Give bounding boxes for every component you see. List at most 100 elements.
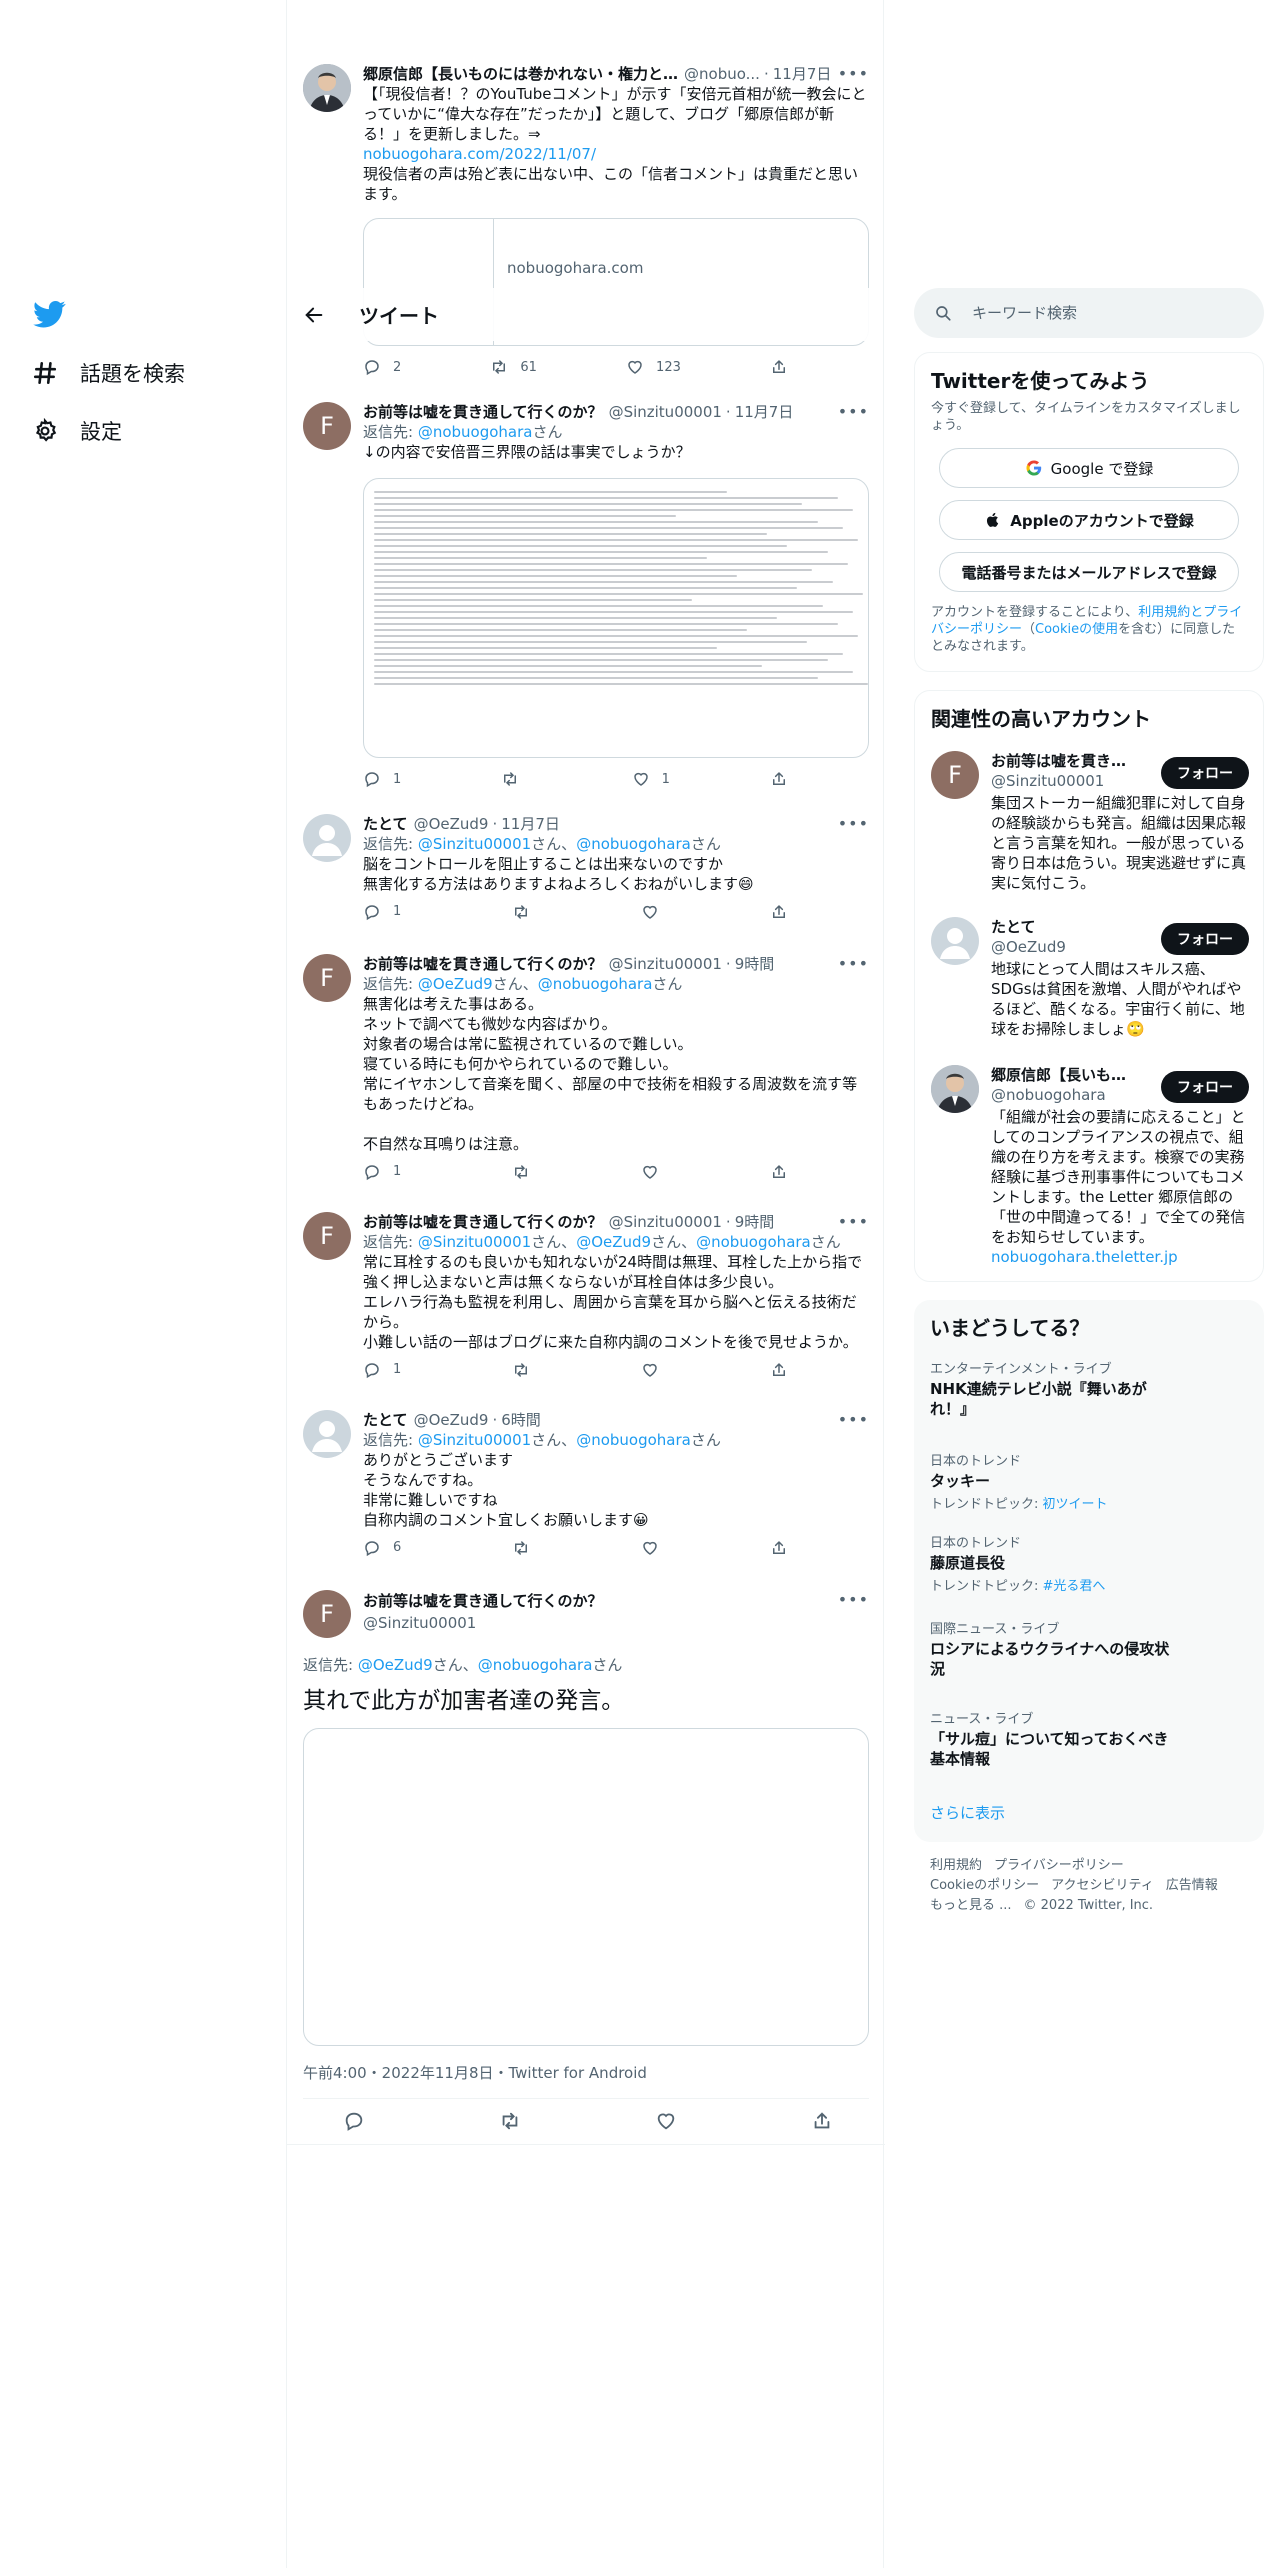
- footer-link[interactable]: プライバシーポリシー: [994, 1858, 1124, 1873]
- retweet-button[interactable]: [512, 1538, 530, 1558]
- tweet-timestamp[interactable]: 午前4:00・2022年11月8日・Twitter for Android: [303, 2062, 647, 2083]
- mention-link[interactable]: @nobuogohara: [576, 1431, 691, 1449]
- cookie-link[interactable]: Cookieの使用: [1035, 622, 1118, 637]
- tweet-sinzitu-2[interactable]: F お前等は嘘を貫き通して行くのか？ @Sinzitu00001 · 9時間 •…: [303, 954, 869, 1194]
- account-name[interactable]: 郷原信郎【長いもの...: [991, 1065, 1141, 1085]
- tweet-time[interactable]: 11月7日: [735, 402, 794, 422]
- mention-link[interactable]: @Sinzitu00001: [418, 1233, 531, 1251]
- avatar[interactable]: F: [303, 1212, 351, 1260]
- author-name[interactable]: お前等は嘘を貫き通して行くのか？: [363, 402, 603, 422]
- phone-email-signup-button[interactable]: 電話番号またはメールアドレスで登録: [939, 552, 1239, 592]
- more-icon[interactable]: •••: [838, 954, 869, 974]
- tweet-time[interactable]: 9時間: [735, 954, 775, 974]
- search-input[interactable]: [972, 304, 1232, 322]
- tweet-tatote-1[interactable]: たとて @OeZud9 · 11月7日 ••• 返信先: @Sinzitu000…: [303, 814, 869, 934]
- more-icon[interactable]: •••: [838, 402, 869, 422]
- reply-button[interactable]: 1: [363, 1162, 401, 1182]
- retweet-button[interactable]: 61: [490, 358, 537, 376]
- trend-item[interactable]: 日本のトレンド タッキー トレンドトピック: 初ツイート: [930, 1450, 1248, 1512]
- footer-more-link[interactable]: もっと見る ...: [930, 1898, 1012, 1913]
- avatar[interactable]: F: [303, 402, 351, 450]
- avatar[interactable]: F: [303, 954, 351, 1002]
- author-name[interactable]: お前等は嘘を貫き通して行くのか？: [363, 1590, 603, 1612]
- retweet-button[interactable]: [501, 770, 531, 788]
- trend-item[interactable]: 日本のトレンド 藤原道長役 トレンドトピック: #光る君へ: [930, 1532, 1248, 1594]
- nav-explore[interactable]: 話題を検索: [32, 358, 185, 388]
- share-button[interactable]: [770, 1538, 788, 1558]
- share-button[interactable]: [770, 1360, 788, 1380]
- account-name[interactable]: お前等は嘘を貫き通...: [991, 751, 1141, 771]
- share-button[interactable]: [770, 902, 788, 922]
- trend-subtopic-link[interactable]: 初ツイート: [1043, 1497, 1108, 1512]
- trend-item[interactable]: ニュース・ライブ 「サル痘」について知っておくべき基本情報: [930, 1708, 1248, 1769]
- more-icon[interactable]: •••: [838, 1212, 869, 1232]
- tweet-sinzitu-3[interactable]: F お前等は嘘を貫き通して行くのか？ @Sinzitu00001 · 9時間 •…: [303, 1212, 869, 1392]
- author-name[interactable]: たとて: [363, 814, 408, 834]
- mention-link[interactable]: @nobuogohara: [418, 423, 533, 441]
- author-handle[interactable]: @OeZud9: [414, 1410, 489, 1430]
- more-icon[interactable]: •••: [838, 814, 869, 834]
- like-button[interactable]: 123: [626, 358, 681, 376]
- attached-media[interactable]: [303, 1728, 869, 2046]
- author-handle[interactable]: @OeZud9: [414, 814, 489, 834]
- author-name[interactable]: 郷原信郎【長いものには巻かれない・権力と…: [363, 64, 678, 84]
- avatar[interactable]: F: [303, 1590, 351, 1638]
- avatar[interactable]: F: [931, 751, 979, 799]
- reply-button[interactable]: 1: [363, 902, 401, 922]
- author-handle[interactable]: @nobuo...: [684, 64, 760, 84]
- author-name[interactable]: お前等は嘘を貫き通して行くのか？: [363, 1212, 603, 1232]
- tweet-link[interactable]: nobuogohara.com/2022/11/07/: [363, 144, 869, 164]
- avatar[interactable]: [303, 814, 351, 862]
- author-name[interactable]: お前等は嘘を貫き通して行くのか？: [363, 954, 603, 974]
- tweet-sinzitu-1[interactable]: F お前等は嘘を貫き通して行くのか？ @Sinzitu00001 · 11月7日…: [303, 402, 869, 792]
- reply-icon[interactable]: [343, 2110, 365, 2132]
- like-button[interactable]: [641, 1162, 659, 1182]
- reply-button[interactable]: 6: [363, 1538, 401, 1558]
- like-button[interactable]: [641, 902, 659, 922]
- retweet-button[interactable]: [512, 1162, 530, 1182]
- apple-signup-button[interactable]: Appleのアカウントで登録: [939, 500, 1239, 540]
- back-arrow-icon[interactable]: [303, 304, 325, 326]
- share-button[interactable]: [770, 770, 788, 788]
- footer-link[interactable]: Cookieのポリシー: [930, 1878, 1039, 1893]
- google-signup-button[interactable]: Google で登録: [939, 448, 1239, 488]
- trend-subtopic-link[interactable]: #光る君へ: [1043, 1579, 1106, 1594]
- mention-link[interactable]: @OeZud9: [358, 1656, 433, 1674]
- tweet-tatote-2[interactable]: たとて @OeZud9 · 6時間 ••• 返信先: @Sinzitu00001…: [303, 1410, 869, 1570]
- twitter-logo-icon[interactable]: [32, 296, 66, 330]
- follow-button[interactable]: フォロー: [1161, 757, 1249, 789]
- tweet-time[interactable]: 11月7日: [501, 814, 560, 834]
- mention-link[interactable]: @nobuogohara: [696, 1233, 811, 1251]
- retweet-icon[interactable]: [499, 2110, 521, 2132]
- author-handle[interactable]: @Sinzitu00001: [609, 954, 722, 974]
- account-bio-link[interactable]: nobuogohara.theletter.jp: [991, 1247, 1249, 1267]
- tweet-time[interactable]: 9時間: [735, 1212, 775, 1232]
- mention-link[interactable]: @Sinzitu00001: [418, 835, 531, 853]
- footer-link[interactable]: 広告情報: [1166, 1878, 1218, 1893]
- like-button[interactable]: 1: [632, 770, 670, 788]
- tweet-time[interactable]: 11月7日: [773, 64, 832, 84]
- reply-button[interactable]: 1: [363, 1360, 401, 1380]
- more-icon[interactable]: •••: [838, 1590, 869, 1609]
- share-icon[interactable]: [811, 2110, 833, 2132]
- reply-button[interactable]: 1: [363, 770, 401, 788]
- mention-link[interactable]: @nobuogohara: [478, 1656, 593, 1674]
- avatar[interactable]: [931, 1065, 979, 1113]
- author-handle[interactable]: @Sinzitu00001: [609, 1212, 722, 1232]
- mention-link[interactable]: @nobuogohara: [538, 975, 653, 993]
- mention-link[interactable]: @OeZud9: [418, 975, 493, 993]
- heart-icon[interactable]: [655, 2110, 677, 2132]
- nav-settings[interactable]: 設定: [32, 416, 122, 446]
- like-button[interactable]: [641, 1360, 659, 1380]
- avatar[interactable]: [931, 917, 979, 965]
- follow-button[interactable]: フォロー: [1161, 923, 1249, 955]
- reply-button[interactable]: 2: [363, 358, 401, 376]
- share-button[interactable]: [770, 358, 788, 376]
- like-button[interactable]: [641, 1538, 659, 1558]
- tweet-time[interactable]: 6時間: [501, 1410, 541, 1430]
- avatar[interactable]: [303, 64, 351, 112]
- footer-link[interactable]: 利用規約: [930, 1858, 982, 1873]
- attached-document-image[interactable]: [363, 478, 869, 758]
- search-box[interactable]: [914, 288, 1264, 338]
- mention-link[interactable]: @nobuogohara: [576, 835, 691, 853]
